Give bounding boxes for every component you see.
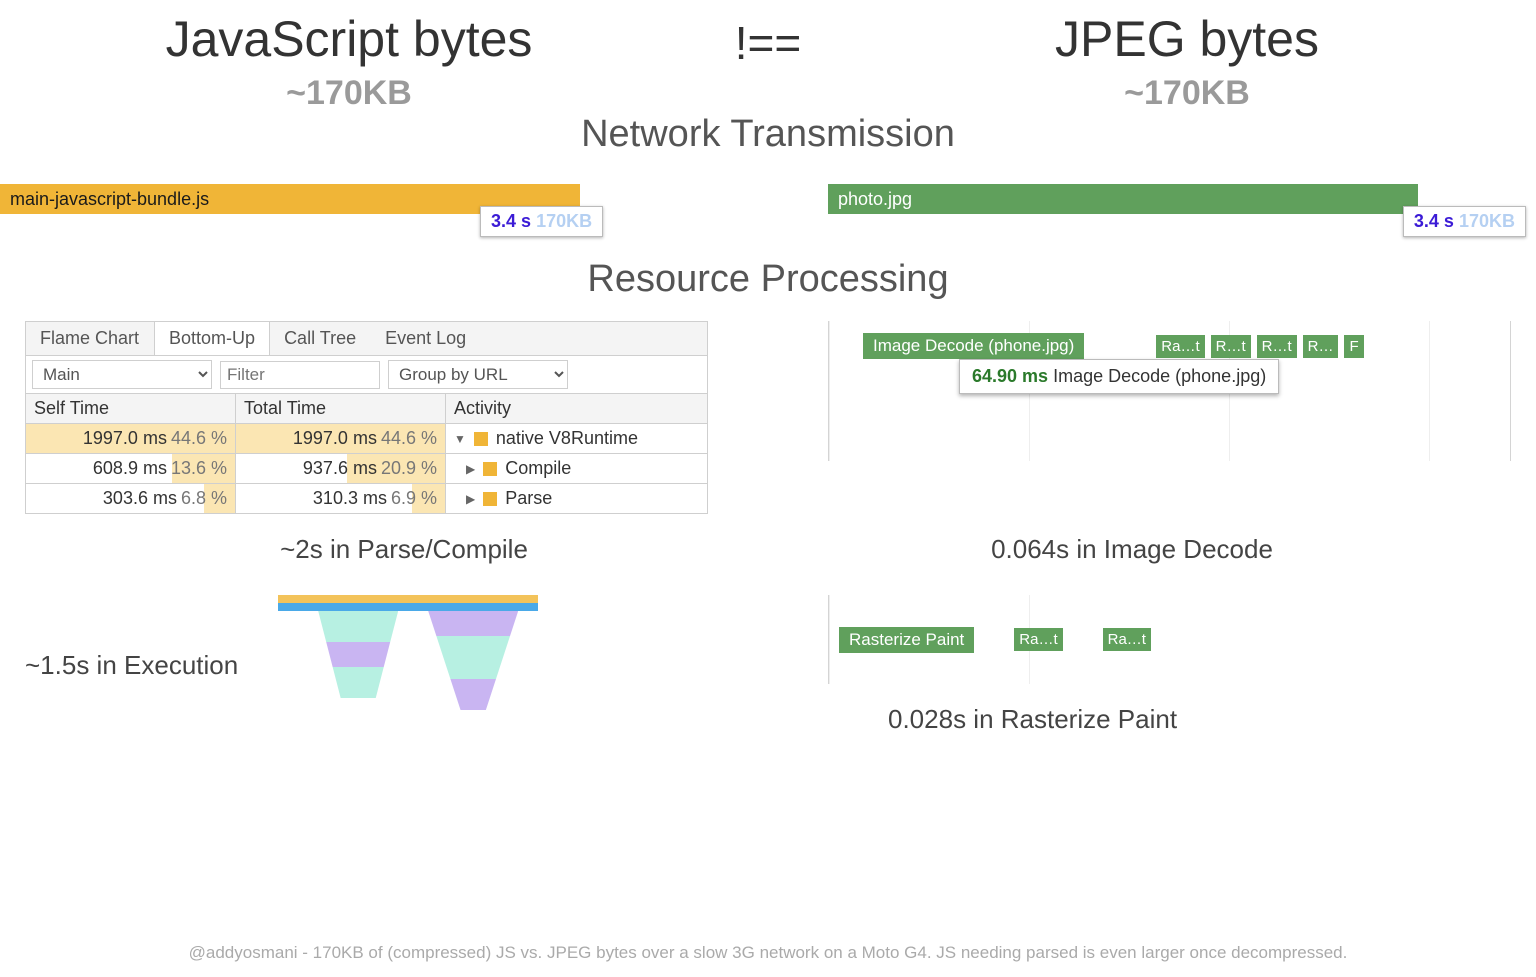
activity-color-icon (483, 492, 497, 506)
timeline-seg[interactable]: F (1344, 335, 1363, 358)
network-badge-js-time: 3.4 s (491, 211, 531, 231)
network-badge-img-time: 3.4 s (1414, 211, 1454, 231)
tab-event-log[interactable]: Event Log (371, 322, 481, 355)
size-left: ~170KB (30, 74, 668, 113)
tooltip-time: 64.90 ms (972, 366, 1048, 386)
network-badge-img-size: 170KB (1459, 211, 1515, 231)
raster-seg[interactable]: Ra…t (1014, 628, 1062, 651)
col-total-time[interactable]: Total Time (236, 394, 446, 424)
network-badge-js-size: 170KB (536, 211, 592, 231)
group-by-select[interactable]: Group by URL (388, 360, 568, 389)
table-row[interactable]: 303.6 ms6.8 % 310.3 ms6.9 % ▶Parse (26, 484, 708, 514)
summary-image-decode: 0.064s in Image Decode (808, 534, 1456, 565)
chevron-down-icon[interactable]: ▼ (454, 432, 466, 446)
size-right: ~170KB (868, 74, 1506, 113)
tab-call-tree[interactable]: Call Tree (270, 322, 371, 355)
title-notequal: !== (668, 10, 868, 70)
timeline-seg[interactable]: R… (1303, 335, 1339, 358)
tooltip-label: Image Decode (phone.jpg) (1053, 366, 1266, 386)
filter-input[interactable] (220, 361, 380, 389)
timeline-tooltip: 64.90 ms Image Decode (phone.jpg) (959, 359, 1279, 394)
table-row[interactable]: 608.9 ms13.6 % 937.6 ms20.9 % ▶Compile (26, 454, 708, 484)
thread-select[interactable]: Main (32, 360, 212, 389)
col-self-time[interactable]: Self Time (26, 394, 236, 424)
flame-chart-icon (278, 595, 538, 735)
section-network: Network Transmission (0, 113, 1536, 156)
timeline-seg-image-decode[interactable]: Image Decode (phone.jpg) (863, 333, 1084, 359)
summary-execution: ~1.5s in Execution (25, 650, 238, 681)
profiler-panel: Flame Chart Bottom-Up Call Tree Event Lo… (25, 321, 708, 514)
timeline-seg[interactable]: Ra…t (1156, 335, 1204, 358)
network-badge-js: 3.4 s 170KB (480, 206, 603, 237)
tab-bottom-up[interactable]: Bottom-Up (154, 322, 270, 355)
col-activity[interactable]: Activity (446, 394, 708, 424)
section-processing: Resource Processing (0, 258, 1536, 301)
timeline-seg[interactable]: R…t (1257, 335, 1297, 358)
title-left: JavaScript bytes (30, 10, 668, 70)
image-decode-timeline: Image Decode (phone.jpg) Ra…t R…t R…t R…… (828, 321, 1511, 461)
table-row[interactable]: 1997.0 ms44.6 % 1997.0 ms44.6 % ▼native … (26, 424, 708, 454)
profiler-tabs: Flame Chart Bottom-Up Call Tree Event Lo… (25, 321, 708, 355)
summary-rasterize: 0.028s in Rasterize Paint (888, 704, 1177, 735)
timeline-seg[interactable]: R…t (1211, 335, 1251, 358)
title-right: JPEG bytes (868, 10, 1506, 70)
summary-parse-compile: ~2s in Parse/Compile (80, 534, 728, 565)
network-bar-img: photo.jpg (828, 184, 1418, 214)
chevron-right-icon[interactable]: ▶ (466, 492, 475, 506)
activity-color-icon (483, 462, 497, 476)
raster-seg[interactable]: Ra…t (1103, 628, 1151, 651)
rasterize-timeline: Rasterize Paint Ra…t Ra…t (828, 595, 1151, 684)
tab-flame-chart[interactable]: Flame Chart (26, 322, 154, 355)
network-badge-img: 3.4 s 170KB (1403, 206, 1526, 237)
activity-color-icon (474, 432, 488, 446)
footer-credit: @addyosmani - 170KB of (compressed) JS v… (0, 943, 1536, 963)
chevron-right-icon[interactable]: ▶ (466, 462, 475, 476)
bottom-up-table: Self Time Total Time Activity 1997.0 ms4… (25, 393, 708, 514)
raster-seg[interactable]: Rasterize Paint (839, 627, 974, 653)
